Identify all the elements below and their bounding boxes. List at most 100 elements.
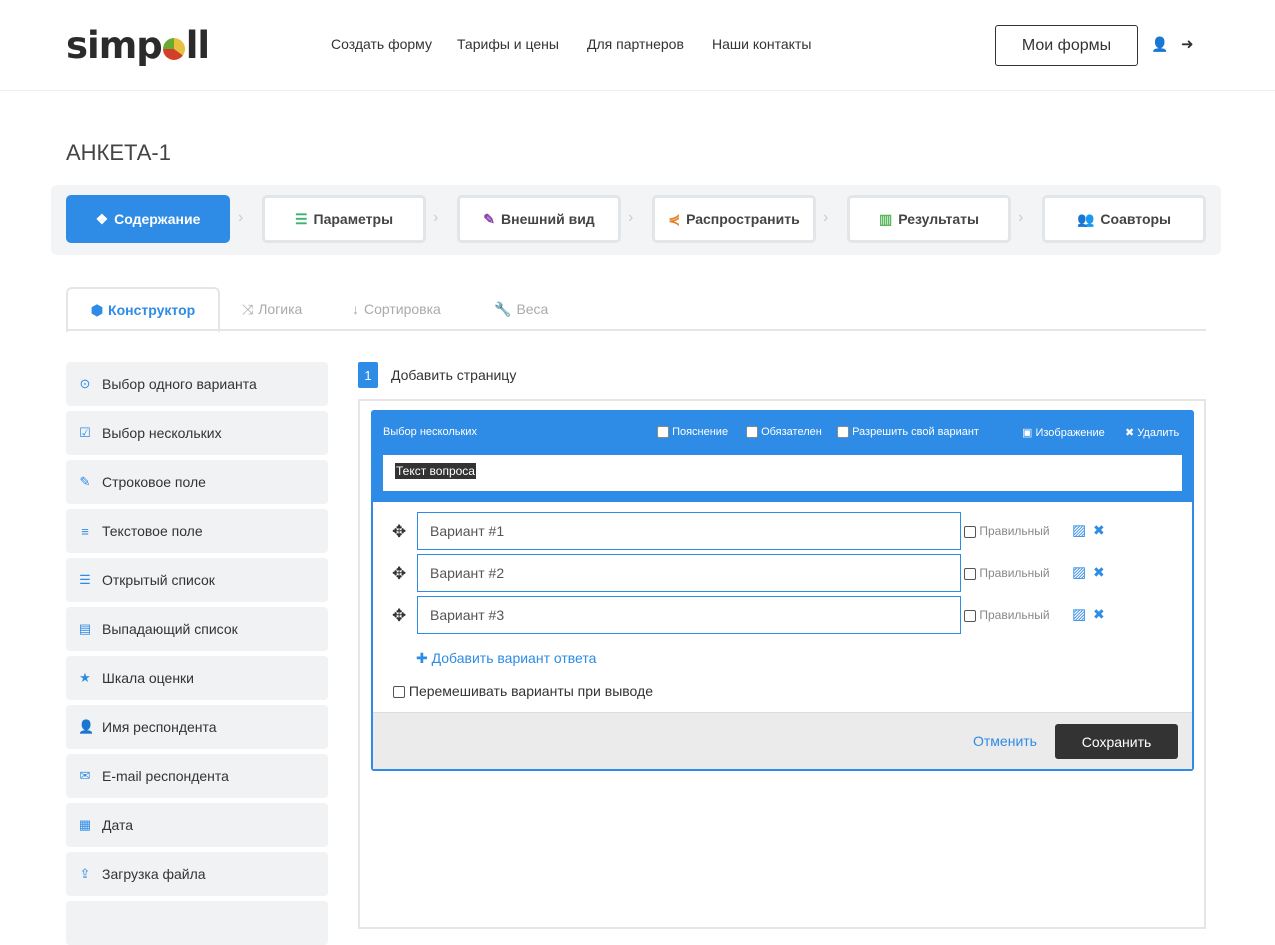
question-type-icon: ✉ xyxy=(79,768,91,783)
step-content[interactable]: ❖ Содержание xyxy=(66,195,230,243)
step-label: Внешний вид xyxy=(501,211,595,227)
chevron-right-icon: › xyxy=(628,209,634,226)
image-button[interactable]: ▣ Изображение xyxy=(1022,426,1105,439)
tab-sorting[interactable]: ↓ Сортировка xyxy=(352,287,441,331)
drag-handle-icon[interactable]: ✥ xyxy=(392,606,406,626)
sort-icon: ↓ xyxy=(352,301,359,317)
correct-checkbox[interactable]: Правильный xyxy=(964,566,1050,580)
shuffle-icon: ⤨ xyxy=(242,300,254,317)
sidebar-item-label: Строковое поле xyxy=(102,474,206,490)
nav-contacts[interactable]: Наши контакты xyxy=(712,36,811,52)
checkbox-label: Разрешить свой вариант xyxy=(852,426,979,438)
question-type-icon: ☰ xyxy=(79,572,91,587)
question-text-input[interactable]: Текст вопроса xyxy=(383,455,1182,491)
chevron-right-icon: › xyxy=(238,209,244,226)
sidebar-item[interactable]: 👤 Имя респондента xyxy=(66,705,328,749)
sidebar-item-label: Выпадающий список xyxy=(102,621,238,637)
sidebar-item[interactable]: ▤ Выпадающий список xyxy=(66,607,328,651)
tab-label: Логика xyxy=(258,301,303,317)
add-page-link[interactable]: Добавить страницу xyxy=(391,367,516,383)
sliders-icon: ☰ xyxy=(294,210,308,227)
add-answer-link[interactable]: ✚ Добавить вариант ответа xyxy=(416,650,596,667)
sidebar-item[interactable]: ⇪ Загрузка файла xyxy=(66,852,328,896)
tab-label: Конструктор xyxy=(108,302,196,318)
sidebar-item[interactable]: ✎ Строковое поле xyxy=(66,460,328,504)
bar-chart-icon: ▥ xyxy=(879,210,893,227)
allow-own-checkbox[interactable]: Разрешить свой вариант xyxy=(837,426,979,439)
question-footer: Отменить Сохранить xyxy=(373,712,1192,769)
sidebar-item-label: Открытый список xyxy=(102,572,215,588)
question-type-icon: ★ xyxy=(79,670,91,685)
step-coauthors[interactable]: 👥 Соавторы xyxy=(1042,195,1206,243)
tabs: ⬢ Конструктор ⤨ Логика ↓ Сортировка 🔧 Веса xyxy=(66,287,1206,333)
required-checkbox[interactable]: Обязателен xyxy=(746,426,822,439)
sidebar-item-label: Шкала оценки xyxy=(102,670,195,686)
question-type-icon: ▤ xyxy=(78,621,92,636)
question-type-icon: ⇪ xyxy=(79,866,91,881)
checkbox-label: Обязателен xyxy=(761,426,822,438)
correct-label: Правильный xyxy=(979,524,1050,538)
question-type-icon: ⊙ xyxy=(79,376,91,391)
drag-handle-icon[interactable]: ✥ xyxy=(392,522,406,542)
drag-handle-icon[interactable]: ✥ xyxy=(392,564,406,584)
close-icon: ✖ xyxy=(1125,427,1135,439)
question-card: Выбор нескольких Пояснение Обязателен Ра… xyxy=(371,410,1194,771)
sidebar-item[interactable]: ★ Шкала оценки xyxy=(66,656,328,700)
answer-input[interactable]: Вариант #2 xyxy=(417,554,961,592)
close-icon[interactable]: ✖ xyxy=(1093,606,1105,623)
shuffle-checkbox[interactable]: Перемешивать варианты при выводе xyxy=(393,683,653,699)
page-title: АНКЕТА-1 xyxy=(66,140,171,165)
step-share[interactable]: ⋞ Распространить xyxy=(652,195,816,243)
logout-icon[interactable]: ➜ xyxy=(1181,35,1194,53)
step-appearance[interactable]: ✎ Внешний вид xyxy=(457,195,621,243)
question-type-icon: ▦ xyxy=(78,817,92,832)
logo[interactable]: simp ll xyxy=(66,24,210,67)
image-icon[interactable]: ▨ xyxy=(1072,605,1086,623)
tab-label: Сортировка xyxy=(364,301,441,317)
sidebar-item[interactable]: ✉ E-mail респондента xyxy=(66,754,328,798)
sidebar-item[interactable] xyxy=(66,901,328,945)
sidebar-item-label: Имя респондента xyxy=(102,719,217,735)
share-icon: ⋞ xyxy=(668,210,681,227)
shuffle-label: Перемешивать варианты при выводе xyxy=(408,683,653,699)
answer-input[interactable]: Вариант #3 xyxy=(417,596,961,634)
save-button[interactable]: Сохранить xyxy=(1055,724,1178,759)
nav-create-form[interactable]: Создать форму xyxy=(331,36,432,52)
close-icon[interactable]: ✖ xyxy=(1093,522,1105,539)
tab-constructor[interactable]: ⬢ Конструктор xyxy=(66,287,220,333)
sidebar-item[interactable]: ☑ Выбор нескольких xyxy=(66,411,328,455)
sidebar-item[interactable]: ▦ Дата xyxy=(66,803,328,847)
chevron-right-icon: › xyxy=(433,209,439,226)
user-icon[interactable]: 👤 xyxy=(1151,36,1168,53)
close-icon[interactable]: ✖ xyxy=(1093,564,1105,581)
question-type-icon: ✎ xyxy=(79,474,91,489)
correct-checkbox[interactable]: Правильный xyxy=(964,608,1050,622)
image-icon[interactable]: ▨ xyxy=(1072,563,1086,581)
delete-button[interactable]: ✖ Удалить xyxy=(1125,426,1179,439)
image-label: Изображение xyxy=(1035,427,1105,439)
nav-pricing[interactable]: Тарифы и цены xyxy=(457,36,559,52)
tab-weights[interactable]: 🔧 Веса xyxy=(494,287,548,331)
explanation-checkbox[interactable]: Пояснение xyxy=(657,426,728,439)
step-results[interactable]: ▥ Результаты xyxy=(847,195,1011,243)
cancel-button[interactable]: Отменить xyxy=(973,733,1037,749)
question-type-icon: 👤 xyxy=(78,719,95,734)
cube-icon: ⬢ xyxy=(90,301,104,318)
chevron-right-icon: › xyxy=(1018,209,1024,226)
image-icon[interactable]: ▨ xyxy=(1072,521,1086,539)
cubes-icon: ❖ xyxy=(95,210,109,227)
sidebar-item[interactable]: ⊙ Выбор одного варианта xyxy=(66,362,328,406)
tab-logic[interactable]: ⤨ Логика xyxy=(242,287,302,331)
sidebar-item[interactable]: ☰ Открытый список xyxy=(66,558,328,602)
nav-partners[interactable]: Для партнеров xyxy=(587,36,684,52)
step-label: Распространить xyxy=(686,211,800,227)
tab-label: Веса xyxy=(516,301,549,317)
answer-input[interactable]: Вариант #1 xyxy=(417,512,961,550)
step-parameters[interactable]: ☰ Параметры xyxy=(262,195,426,243)
my-forms-button[interactable]: Мои формы xyxy=(995,25,1138,66)
sidebar-item[interactable]: ≡ Текстовое поле xyxy=(66,509,328,553)
correct-label: Правильный xyxy=(979,566,1050,580)
page-number-badge[interactable]: 1 xyxy=(358,362,378,388)
correct-checkbox[interactable]: Правильный xyxy=(964,524,1050,538)
question-type-icon: ☑ xyxy=(79,425,91,440)
